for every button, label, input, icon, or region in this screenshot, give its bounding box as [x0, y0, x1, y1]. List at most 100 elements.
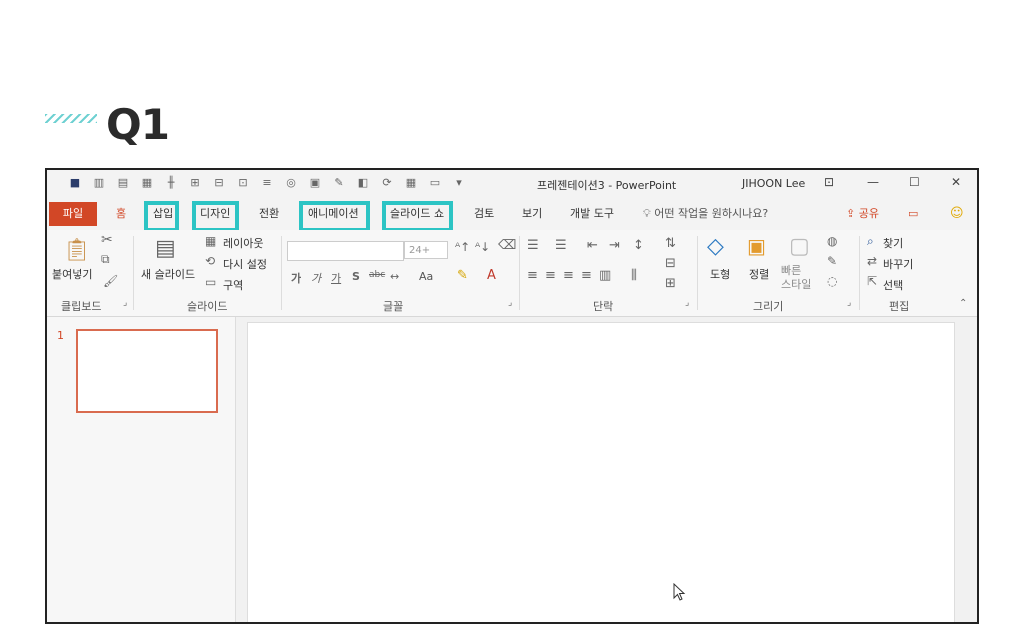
editing-group-label: 편집 [889, 300, 910, 313]
paste-icon[interactable]: 📋︎ [63, 238, 91, 263]
bullets-icon[interactable]: ☰ [527, 238, 539, 253]
italic-icon[interactable]: 가 [311, 270, 321, 286]
lightbulb-icon: 💡︎ [643, 207, 651, 220]
distribute-icon[interactable]: ⊟ [209, 176, 229, 189]
replace-button[interactable]: 바꾸기 [883, 256, 913, 272]
close-button[interactable]: ✕ [951, 175, 961, 189]
numbering-icon[interactable]: ☰ [555, 238, 567, 253]
slide-thumbnail[interactable] [76, 329, 218, 413]
columns-icon[interactable]: ⫼ [631, 268, 637, 283]
smiley-feedback-icon[interactable]: ☺ [947, 205, 967, 223]
underline-icon[interactable]: 가 [331, 270, 341, 286]
increase-indent-icon[interactable]: ⇥ [609, 238, 620, 253]
decrease-indent-icon[interactable]: ⇤ [587, 238, 598, 253]
cut-icon[interactable]: ✂ [101, 232, 113, 248]
shadow-icon[interactable]: S [352, 270, 360, 283]
align-center-icon[interactable]: ≡ [545, 268, 556, 283]
shapes-icon[interactable]: ◇ [707, 234, 724, 259]
quick-styles-button[interactable]: 빠른 스타일 [781, 264, 811, 292]
font-group-label: 글꼴 [383, 300, 404, 313]
new-slide-button[interactable]: 새 슬라이드 [141, 266, 195, 282]
quick-styles-icon[interactable]: ▢ [789, 234, 810, 259]
align-right-icon[interactable]: ≡ [563, 268, 574, 283]
copy-icon[interactable]: ⧉ [101, 252, 110, 267]
drawing-launcher-icon[interactable]: ⌟ [847, 298, 851, 308]
title-bar: ■ ▥ ▤ ▦ ╫ ⊞ ⊟ ⊡ ≡ ◎ ▣ ✎ ◧ ⟳ ▦ ▭ ▾ 프레젠테이션… [47, 170, 977, 198]
picture-icon[interactable]: ▣ [305, 176, 325, 189]
drawing-group-label: 그리기 [753, 300, 784, 313]
comments-icon[interactable]: ▭ [905, 205, 921, 223]
increase-font-icon[interactable]: ᴬ↑ [455, 240, 470, 254]
maximize-button[interactable]: ☐ [909, 175, 920, 189]
group-divider [281, 236, 282, 310]
window-icon[interactable]: ▭ [425, 176, 445, 189]
decorative-hatch [45, 114, 97, 123]
shape-effects-icon[interactable]: ◌ [827, 274, 837, 288]
shape-outline-icon[interactable]: ✎ [827, 254, 837, 268]
tab-developer[interactable]: 개발 도구 [567, 205, 617, 223]
arrange-icon[interactable]: ▣ [747, 234, 766, 258]
ribbon-display-icon[interactable]: ⊡ [824, 175, 834, 189]
highlight-slideshow [382, 201, 453, 232]
shapes-button[interactable]: 도형 [710, 266, 730, 282]
tab-transitions[interactable]: 전환 [256, 205, 282, 223]
question-title: Q1 [106, 100, 170, 149]
share-button[interactable]: ⇪ 공유 [843, 205, 882, 223]
section-button[interactable]: 구역 [223, 277, 243, 293]
minimize-button[interactable]: — [867, 175, 879, 189]
align-text-icon[interactable]: ⊟ [665, 256, 676, 271]
char-spacing-icon[interactable]: ↔ [390, 270, 399, 283]
format-painter-icon[interactable]: 🖌︎ [103, 274, 118, 288]
link-icon[interactable]: ⟳ [377, 176, 397, 189]
tab-review[interactable]: 검토 [471, 205, 497, 223]
decrease-font-icon[interactable]: ᴬ↓ [475, 240, 490, 254]
tell-me-search[interactable]: 💡︎ 어떤 작업을 원하시나요? [640, 205, 771, 223]
color-icon[interactable]: ◧ [353, 176, 373, 189]
paragraph-launcher-icon[interactable]: ⌟ [685, 298, 689, 308]
justify-icon[interactable]: ≡ [581, 268, 592, 283]
align-icon[interactable]: ╫ [161, 176, 181, 189]
select-button[interactable]: 선택 [883, 277, 903, 293]
chart-icon[interactable]: ▥ [89, 176, 109, 189]
clipboard-launcher-icon[interactable]: ⌟ [123, 298, 127, 308]
text-direction-icon[interactable]: ⇅ [665, 236, 676, 251]
slide-canvas[interactable] [247, 322, 955, 622]
align-left-icon[interactable]: ≡ [527, 268, 538, 283]
layout-button[interactable]: 레이아웃 [223, 235, 263, 251]
group-icon[interactable]: ⊞ [185, 176, 205, 189]
tab-view[interactable]: 보기 [519, 205, 545, 223]
table-icon[interactable]: ▦ [401, 176, 421, 189]
qat-customize-icon[interactable]: ▾ [449, 176, 469, 189]
strikethrough-icon[interactable]: abc [369, 270, 385, 280]
line-spacing-icon[interactable]: ↕ [633, 238, 644, 253]
font-size-combobox[interactable]: 24+ [404, 241, 448, 259]
collapse-ribbon-icon[interactable]: ⌃ [959, 298, 967, 309]
new-slide-icon[interactable]: ▤ [155, 236, 176, 261]
format-icon[interactable]: ▦ [137, 176, 157, 189]
highlight-text-icon[interactable]: ✎ [457, 268, 468, 283]
slides-group-label: 슬라이드 [187, 300, 228, 313]
reset-button[interactable]: 다시 설정 [223, 256, 267, 272]
list-icon[interactable]: ≡ [257, 176, 277, 189]
shape-fill-icon[interactable]: ◍ [827, 234, 837, 248]
paste-icon[interactable]: ▤ [113, 176, 133, 189]
change-case-button[interactable]: Aa [419, 270, 433, 283]
smartart-icon[interactable]: ⊞ [665, 276, 676, 291]
save-icon[interactable]: ■ [65, 176, 85, 189]
find-button[interactable]: 찾기 [883, 235, 903, 251]
distributed-icon[interactable]: ▥ [599, 268, 611, 283]
font-launcher-icon[interactable]: ⌟ [508, 298, 512, 308]
highlight-insert [144, 201, 179, 232]
bold-icon[interactable]: 가 [291, 270, 301, 286]
spacing-icon[interactable]: ⊡ [233, 176, 253, 189]
font-name-combobox[interactable] [287, 241, 404, 261]
user-name[interactable]: JIHOON Lee [742, 177, 805, 190]
tab-file[interactable]: 파일 [49, 202, 97, 226]
arrange-button[interactable]: 정렬 [749, 266, 769, 282]
pen-icon[interactable]: ✎ [329, 176, 349, 189]
paste-button[interactable]: 붙여넣기 [52, 266, 92, 282]
clear-format-icon[interactable]: ⌫ [498, 238, 516, 253]
shape-icon[interactable]: ◎ [281, 176, 301, 189]
font-color-icon[interactable]: A [487, 268, 496, 283]
tab-home[interactable]: 홈 [113, 205, 129, 223]
